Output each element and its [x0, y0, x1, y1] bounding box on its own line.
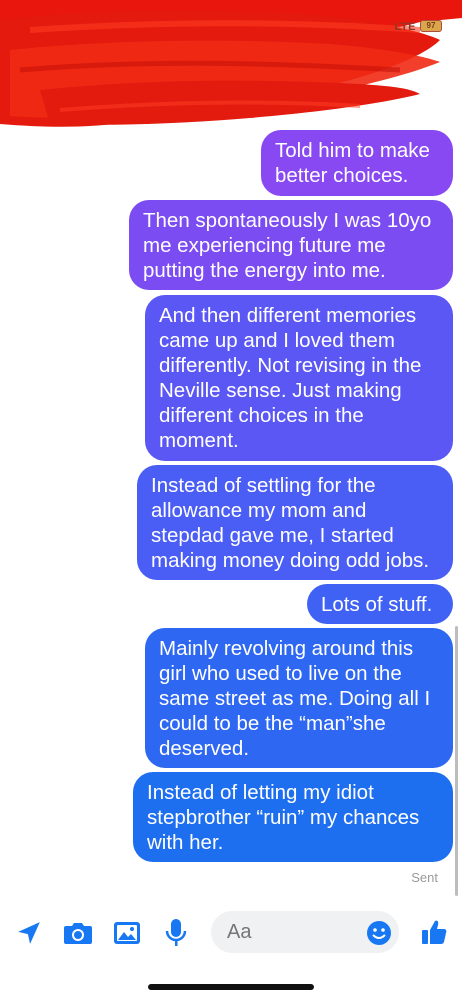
message-bubble[interactable]: Instead of settling for the allowance my…	[137, 465, 453, 580]
message-thread: Told him to make better choices. Then sp…	[0, 0, 462, 900]
scrollbar[interactable]	[455, 626, 458, 896]
message-input[interactable]	[227, 921, 347, 944]
camera-icon[interactable]	[62, 918, 94, 948]
message-text: Instead of settling for the allowance my…	[151, 473, 430, 572]
location-arrow-icon[interactable]	[14, 918, 44, 948]
message-text: Told him to make better choices.	[275, 139, 430, 187]
thumbs-up-icon[interactable]	[418, 916, 450, 948]
sent-status: Sent	[411, 870, 438, 885]
message-bubble[interactable]: Instead of letting my idiot stepbrother …	[133, 772, 453, 862]
redaction-scribble	[0, 0, 462, 127]
message-bubble[interactable]: Then spontaneously I was 10yo me experie…	[129, 200, 453, 290]
image-icon[interactable]	[111, 918, 143, 948]
message-bubble[interactable]: Told him to make better choices.	[261, 130, 453, 196]
message-bubble[interactable]: And then different memories came up and …	[145, 295, 453, 461]
battery-level: 97	[426, 21, 436, 30]
microphone-icon[interactable]	[162, 916, 190, 950]
battery-icon: 97	[420, 20, 442, 32]
message-bubble[interactable]: Lots of stuff.	[307, 584, 453, 624]
message-text: Lots of stuff.	[321, 592, 433, 616]
message-text: Instead of letting my idiot stepbrother …	[147, 780, 420, 854]
message-bubble[interactable]: Mainly revolving around this girl who us…	[145, 628, 453, 768]
message-text: Mainly revolving around this girl who us…	[159, 636, 431, 760]
message-text: And then different memories came up and …	[159, 304, 422, 452]
network-label: LTE	[394, 21, 416, 33]
home-indicator	[148, 984, 314, 990]
status-bar: LTE 97	[0, 0, 462, 130]
emoji-icon[interactable]	[365, 919, 393, 947]
message-text: Then spontaneously I was 10yo me experie…	[143, 208, 432, 282]
